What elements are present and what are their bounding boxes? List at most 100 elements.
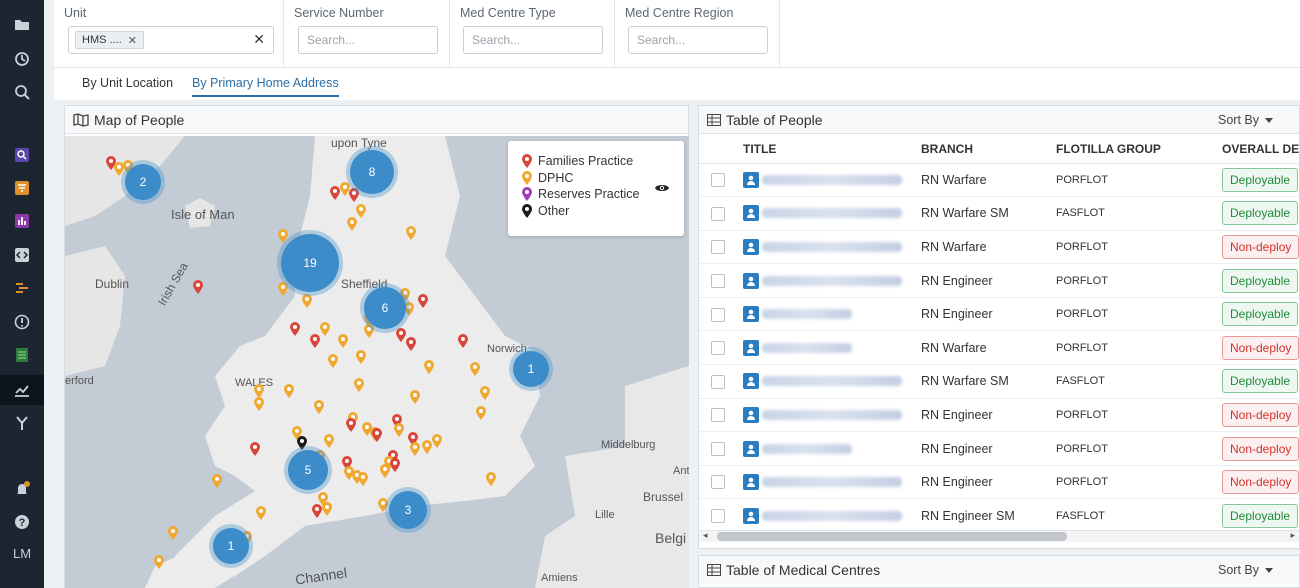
tab-by-primary-home-address[interactable]: By Primary Home Address — [192, 76, 339, 97]
map-pin-icon[interactable] — [340, 182, 350, 196]
cluster-marker[interactable]: 3 — [389, 491, 427, 529]
redacted-name[interactable] — [762, 443, 853, 454]
map-pin-icon[interactable] — [254, 384, 264, 398]
cluster-marker[interactable]: 19 — [281, 234, 339, 292]
row-checkbox[interactable] — [711, 408, 725, 423]
help-icon[interactable]: ? — [0, 507, 44, 537]
map-pin-icon[interactable] — [424, 360, 434, 374]
map-pin-icon[interactable] — [406, 226, 416, 240]
person-icon[interactable] — [743, 373, 759, 390]
service-number-input[interactable]: Search... — [298, 26, 438, 54]
bell-icon[interactable] — [0, 474, 44, 504]
table-row[interactable]: RN Engineer PORFLOT Deployable — [699, 263, 1299, 298]
person-icon[interactable] — [743, 205, 759, 222]
map-pin-icon[interactable] — [338, 334, 348, 348]
table-row[interactable]: RN Warfare PORFLOT Non-deploy — [699, 330, 1299, 366]
map-pin-icon[interactable] — [396, 328, 406, 342]
row-checkbox[interactable] — [711, 441, 725, 456]
flow-icon[interactable] — [0, 273, 44, 303]
redacted-name[interactable] — [762, 241, 903, 252]
map-pin-icon[interactable] — [254, 397, 264, 411]
funnel-icon[interactable] — [0, 173, 44, 203]
person-icon[interactable] — [743, 339, 759, 356]
map-pin-icon[interactable] — [212, 474, 222, 488]
column-flotilla-group[interactable]: FLOTILLA GROUP — [1050, 135, 1216, 164]
cluster-marker[interactable]: 5 — [288, 450, 328, 490]
map-pin-icon[interactable] — [410, 442, 420, 456]
table-row[interactable]: RN Warfare SM FASFLOT Deployable — [699, 364, 1299, 399]
search-icon[interactable] — [0, 77, 44, 107]
horizontal-scrollbar[interactable]: ◂ ▸ — [699, 530, 1299, 542]
cluster-marker[interactable]: 1 — [513, 351, 549, 387]
row-checkbox[interactable] — [711, 307, 725, 322]
scrollbar-thumb[interactable] — [717, 532, 1067, 541]
column-branch[interactable]: BRANCH — [915, 135, 1050, 164]
redacted-name[interactable] — [762, 275, 903, 286]
map-pin-icon[interactable] — [364, 324, 374, 338]
scroll-right-icon[interactable]: ▸ — [1290, 530, 1295, 541]
map-pin-icon[interactable] — [297, 436, 307, 450]
map-pin-icon[interactable] — [193, 280, 203, 294]
row-checkbox[interactable] — [711, 509, 725, 524]
redacted-name[interactable] — [762, 309, 853, 320]
map-pin-icon[interactable] — [322, 502, 332, 516]
tag-remove-icon[interactable]: ✕ — [128, 34, 137, 47]
map-pin-icon[interactable] — [432, 434, 442, 448]
cluster-marker[interactable]: 6 — [364, 287, 406, 329]
map-pin-icon[interactable] — [250, 442, 260, 456]
row-checkbox[interactable] — [711, 374, 725, 389]
map-pin-icon[interactable] — [330, 186, 340, 200]
redacted-name[interactable] — [762, 174, 903, 185]
cluster-marker[interactable]: 8 — [350, 150, 394, 194]
map-pin-icon[interactable] — [380, 464, 390, 478]
map-pin-icon[interactable] — [154, 555, 164, 569]
person-icon[interactable] — [743, 474, 759, 491]
map-pin-icon[interactable] — [354, 378, 364, 392]
table-row[interactable]: RN Warfare SM FASFLOT Deployable — [699, 196, 1299, 231]
redacted-name[interactable] — [762, 376, 903, 387]
map-pin-icon[interactable] — [458, 334, 468, 348]
map-pin-icon[interactable] — [347, 217, 357, 231]
map-pin-icon[interactable] — [356, 350, 366, 364]
map-pin-icon[interactable] — [356, 204, 366, 218]
merge-icon[interactable] — [0, 408, 44, 438]
med-centre-region-input[interactable]: Search... — [628, 26, 768, 54]
map-pin-icon[interactable] — [358, 472, 368, 486]
map-pin-icon[interactable] — [378, 498, 388, 512]
person-icon[interactable] — [743, 272, 759, 289]
map-pin-icon[interactable] — [470, 362, 480, 376]
map-pin-icon[interactable] — [302, 294, 312, 308]
map-pin-icon[interactable] — [346, 418, 356, 432]
map-pin-icon[interactable] — [310, 334, 320, 348]
table-row[interactable]: RN Engineer PORFLOT Non-deploy — [699, 398, 1299, 433]
cluster-marker[interactable]: 2 — [125, 164, 161, 200]
cluster-marker[interactable]: 1 — [213, 528, 249, 564]
search-square-icon[interactable] — [0, 140, 44, 170]
bar-chart-icon[interactable] — [0, 206, 44, 236]
row-checkbox[interactable] — [711, 341, 725, 356]
table-row[interactable]: RN Engineer PORFLOT Non-deploy — [699, 431, 1299, 466]
row-checkbox[interactable] — [711, 240, 725, 255]
code-icon[interactable] — [0, 240, 44, 270]
map-pin-icon[interactable] — [390, 458, 400, 472]
line-chart-icon[interactable] — [0, 375, 44, 405]
map-pin-icon[interactable] — [394, 423, 404, 437]
map-pin-icon[interactable] — [320, 322, 330, 336]
checklist-icon[interactable] — [0, 340, 44, 370]
clear-icon[interactable]: ✕ — [253, 31, 265, 48]
person-icon[interactable] — [743, 171, 759, 188]
person-icon[interactable] — [743, 406, 759, 423]
map-pin-icon[interactable] — [349, 188, 359, 202]
unit-input[interactable]: HMS .... ✕ ✕ — [68, 26, 274, 54]
map-pin-icon[interactable] — [312, 504, 322, 518]
map-canvas[interactable]: upon Tyne Isle of Man Dublin Irish Sea S… — [65, 136, 689, 588]
table-row[interactable]: RN Warfare PORFLOT Non-deploy — [699, 230, 1299, 265]
map-pin-icon[interactable] — [486, 472, 496, 486]
table-row[interactable]: RN Warfare PORFLOT Deployable — [699, 163, 1299, 198]
row-checkbox[interactable] — [711, 475, 725, 490]
folder-icon[interactable] — [0, 10, 44, 40]
map-pin-icon[interactable] — [418, 294, 428, 308]
person-icon[interactable] — [743, 306, 759, 323]
sort-by-dropdown[interactable]: Sort By — [1218, 556, 1273, 584]
map-pin-icon[interactable] — [278, 229, 288, 243]
